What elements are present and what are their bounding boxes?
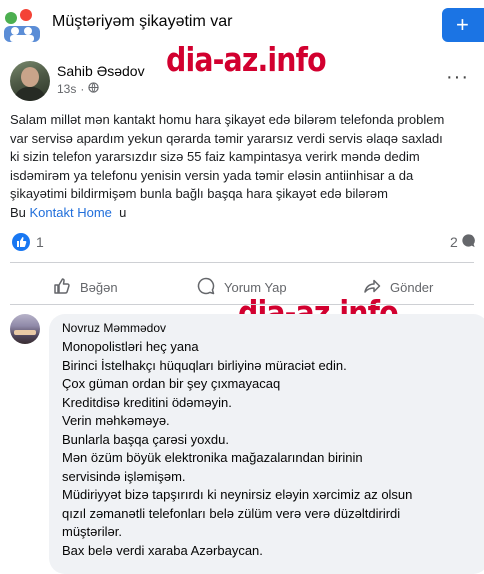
like-label: Bəğən <box>80 280 118 295</box>
post-line: şikayətimi bildirmişəm bunla bağlı başqa… <box>10 186 388 202</box>
comment-count[interactable]: 2 <box>450 233 476 251</box>
post-line: ki sizin telefon yararsızdır sizə 55 fai… <box>10 149 420 165</box>
comment-line: Monopolistləri heç yana <box>62 339 199 354</box>
group-icon[interactable] <box>2 6 42 44</box>
thumbs-up-icon <box>52 276 72 299</box>
comment-line: Kreditdisə kreditini ödəməyin. <box>62 394 232 410</box>
comment-line: Çox güman ordan bir şey çıxmayacaq <box>62 376 281 391</box>
post-meta: 13s · <box>57 82 100 96</box>
comment-line: servisində işləmişəm. <box>62 468 186 484</box>
post-line: Salam millət mən kantakt homu hara şikay… <box>10 112 445 127</box>
comment-bubble-icon <box>461 233 476 251</box>
comment-author[interactable]: Novruz Məmmədov <box>62 321 166 335</box>
post-text-suffix: u <box>111 204 127 220</box>
comment-text: Monopolistləri heç yana Birinci İstelhak… <box>62 338 462 560</box>
post-time[interactable]: 13s <box>57 82 76 96</box>
group-title[interactable]: Müştəriyəm şikayətim var <box>52 13 232 31</box>
comment-line: Verin məhkəməyə. <box>62 413 170 428</box>
comment-count-value[interactable]: 2 <box>450 234 458 250</box>
share-icon <box>362 276 382 299</box>
post-line: isdəmirəm ya telefonu yenisin versin yad… <box>10 167 414 183</box>
comment-line: qızıl zəmanətli telefonları belə zülüm v… <box>62 505 401 521</box>
watermark: dia-az.info <box>166 40 327 79</box>
comment-icon <box>196 276 216 299</box>
share-label: Gönder <box>390 280 434 295</box>
dot-separator: · <box>80 82 85 96</box>
divider <box>10 304 474 305</box>
like-reaction-icon[interactable] <box>12 233 30 251</box>
post-text: Salam millət mən kantakt homu hara şikay… <box>10 111 476 223</box>
more-options-button[interactable]: ··· <box>446 67 472 90</box>
reaction-count[interactable]: 1 <box>36 234 44 250</box>
comment-line: Mən özüm böyük elektronika mağazalarında… <box>62 450 363 465</box>
globe-icon <box>88 82 100 96</box>
comment-line: Birinci İstelhakçı hüquqları birliyinə m… <box>62 357 347 373</box>
create-button[interactable]: + <box>442 8 484 42</box>
post-line: Bu Kontakt Home u <box>10 204 476 223</box>
commenter-avatar[interactable] <box>10 314 40 344</box>
share-button[interactable]: Gönder <box>362 276 433 299</box>
comment-button[interactable]: Yorum Yap <box>196 276 287 299</box>
comment-line: müştərilər. <box>62 524 122 539</box>
like-button[interactable]: Bəğən <box>52 276 118 299</box>
author-avatar[interactable] <box>10 61 50 101</box>
post-line: var servisə apardım yekun qərarda təmir … <box>10 130 443 146</box>
comment-label: Yorum Yap <box>224 280 287 295</box>
divider <box>10 262 474 263</box>
comment-line: Müdiriyyət bizə tapşırırdı ki neynirsiz … <box>62 487 413 502</box>
mention-link[interactable]: Kontakt Home <box>30 205 112 220</box>
comment-line: Bunlarla başqa çarəsi yoxdu. <box>62 431 229 447</box>
post-author[interactable]: Sahib Əsədov <box>57 63 145 79</box>
comment-line: Bax belə verdi xaraba Azərbaycan. <box>62 542 263 558</box>
post-text-prefix: Bu <box>10 204 30 220</box>
